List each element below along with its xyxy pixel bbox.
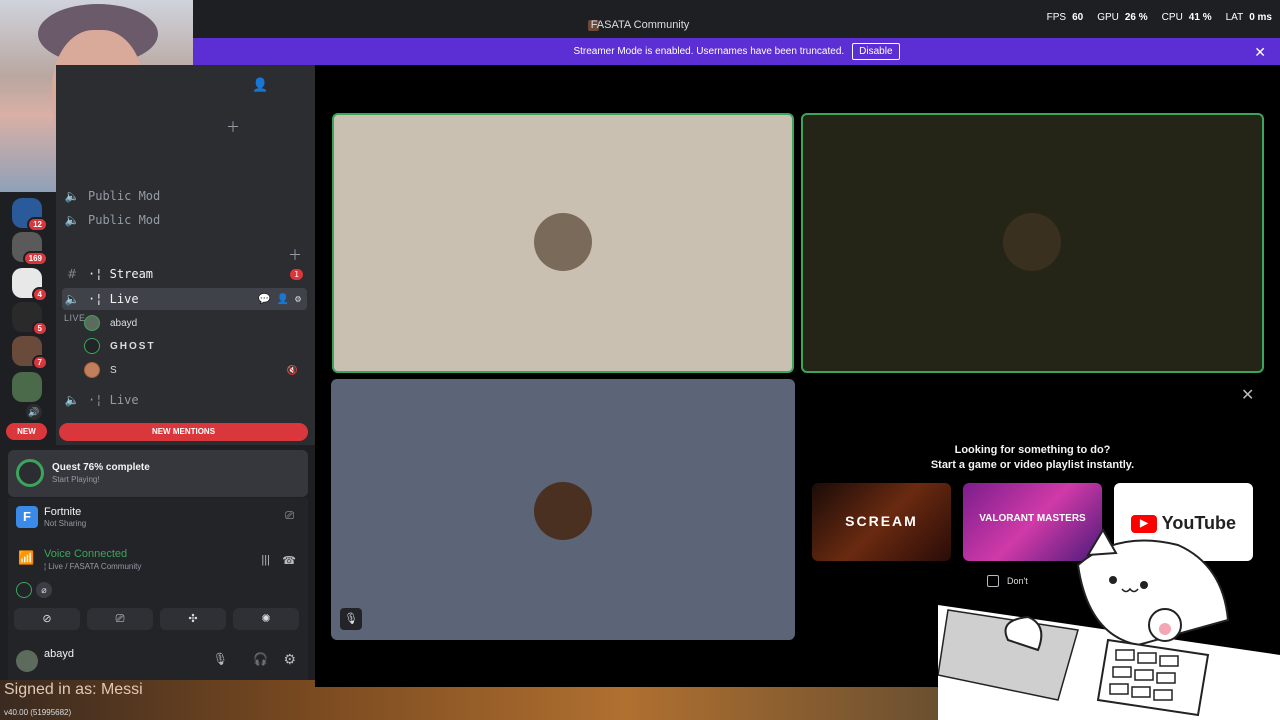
muted-icon: ⌀ [36, 582, 52, 598]
video-tile[interactable] [331, 379, 795, 640]
paw-pad [1159, 623, 1171, 635]
avatar [84, 315, 100, 331]
channel-public-mod[interactable]: 🔈 Public Mod [62, 185, 307, 207]
channel-stream[interactable]: # · ¦ Stream 1 [62, 263, 307, 285]
voice-status[interactable]: Voice Connected [44, 548, 127, 560]
avatar [534, 213, 592, 271]
server-icon[interactable]: 12 [12, 198, 48, 232]
video-tile[interactable] [801, 113, 1264, 373]
channel-live[interactable]: 🔈 · ¦ Live [62, 389, 307, 411]
camera-off-button[interactable]: ⊘ [14, 608, 80, 630]
game-activity: F Fortnite Not Sharing ⎚ [8, 498, 308, 540]
voice-channel-icon: 🔈 [64, 189, 80, 203]
channel-list: 👤 ＋ 🔈 Public Mod 🔈 Public Mod LIVE ⌄ ＋ # · … [56, 65, 315, 445]
cpu-stat: CPU 41 % [1161, 12, 1212, 23]
channel-public-mod[interactable]: 🔈 Public Mod [62, 209, 307, 231]
cat-eye [1109, 576, 1117, 584]
mic-icon[interactable]: 🎙 [213, 652, 228, 666]
voice-channel-icon: 🔈 [64, 213, 80, 227]
voice-connection-panel: 📶 Voice Connected ¦ Live / FASATA Commun… [8, 540, 308, 642]
quest-progress-ring [16, 459, 44, 487]
avatar [84, 338, 100, 354]
quest-subtitle: Start Playing! [52, 475, 100, 484]
latency-stat: LAT 0 ms [1225, 12, 1272, 23]
add-channel-icon[interactable]: ＋ [226, 117, 240, 137]
headphones-icon[interactable]: 🎧 [253, 652, 268, 666]
channel-live-active[interactable]: 🔈 · ¦ Live 💬 👤 ⚙ [62, 288, 307, 310]
avatar [534, 482, 592, 540]
disable-streamer-mode-button[interactable]: Disable [852, 43, 900, 60]
signed-in-label: Signed in as: Messi [4, 681, 143, 698]
version-label: v40.00 (51995682) [4, 708, 72, 717]
gear-icon[interactable]: ⚙ [283, 651, 296, 668]
quest-panel[interactable]: Quest 76% complete Start Playing! [8, 450, 308, 497]
fps-stat: FPS 60 [1046, 12, 1084, 23]
close-icon[interactable]: ✕ [1254, 44, 1266, 61]
server-list: 12 169 4 5 7 🔊 [0, 192, 56, 448]
username[interactable]: abayd [44, 648, 74, 660]
streamer-mode-message: Streamer Mode is enabled. Usernames have… [573, 46, 845, 57]
add-friend-icon[interactable]: 👤 [252, 77, 268, 93]
activities-button[interactable]: ✣ [160, 608, 226, 630]
cat-ear [1086, 528, 1118, 557]
voice-user[interactable]: abayd [84, 312, 304, 334]
server-icon[interactable]: 169 [12, 232, 48, 266]
avatar [84, 362, 100, 378]
server-icon[interactable] [12, 372, 42, 402]
quest-title: Quest 76% complete [52, 462, 150, 473]
muted-icon: 🔇 [286, 364, 298, 375]
server-icon[interactable]: 7 [12, 336, 48, 370]
close-icon[interactable]: ✕ [1241, 385, 1254, 405]
fortnite-icon: F [16, 506, 38, 528]
performance-overlay: FPS 60 GPU 26 % CPU 41 % LAT 0 ms [1047, 12, 1272, 23]
text-channel-icon: # [66, 267, 78, 281]
mic-muted-icon[interactable]: 🎙 [340, 608, 362, 630]
bongo-cat-overlay [938, 528, 1280, 720]
soundboard-button[interactable]: ✺ [233, 608, 299, 630]
voice-channel-icon: 🔈 [64, 393, 80, 407]
voice-user[interactable]: S 🔇 [84, 359, 304, 381]
new-mentions-pill[interactable]: NEW MENTIONS [59, 423, 308, 441]
signal-icon: 📶 [18, 550, 35, 565]
game-status: Not Sharing [44, 519, 87, 528]
channel-settings-icon[interactable]: 💬 👤 ⚙ [258, 294, 301, 305]
speaker-icon: 🔊 [26, 404, 42, 420]
avatar [1003, 213, 1061, 271]
server-icon[interactable]: 5 [12, 302, 48, 336]
streamer-mode-banner: Streamer Mode is enabled. Usernames have… [193, 38, 1280, 65]
avatar[interactable] [16, 650, 38, 672]
user-panel: abayd 🎙 🎧 ⚙ [8, 642, 308, 680]
share-screen-button[interactable]: ⎚ [87, 608, 153, 630]
unread-badge: 1 [290, 268, 303, 280]
video-tile[interactable] [332, 113, 794, 373]
new-unread-pill[interactable]: NEW [6, 423, 47, 440]
voice-user[interactable]: GHOST [84, 335, 304, 357]
voice-channel-icon: 🔈 [64, 292, 80, 306]
add-channel-icon[interactable]: ＋ [288, 245, 302, 265]
activity-thumb-scream[interactable]: SCREAM [812, 483, 951, 561]
noise-suppression-icon[interactable]: ||| [261, 554, 270, 566]
cat-eye [1140, 581, 1148, 589]
server-icon[interactable]: 4 [12, 268, 48, 302]
avatar [16, 582, 32, 598]
activity-prompt: Looking for something to do? Start a gam… [930, 444, 1135, 471]
share-screen-icon[interactable]: ⎚ [285, 510, 294, 523]
gpu-stat: GPU 26 % [1097, 12, 1148, 23]
voice-location[interactable]: ¦ Live / FASATA Community [44, 562, 141, 571]
disconnect-icon[interactable]: ☎ [282, 554, 296, 567]
game-name: Fortnite [44, 506, 82, 518]
